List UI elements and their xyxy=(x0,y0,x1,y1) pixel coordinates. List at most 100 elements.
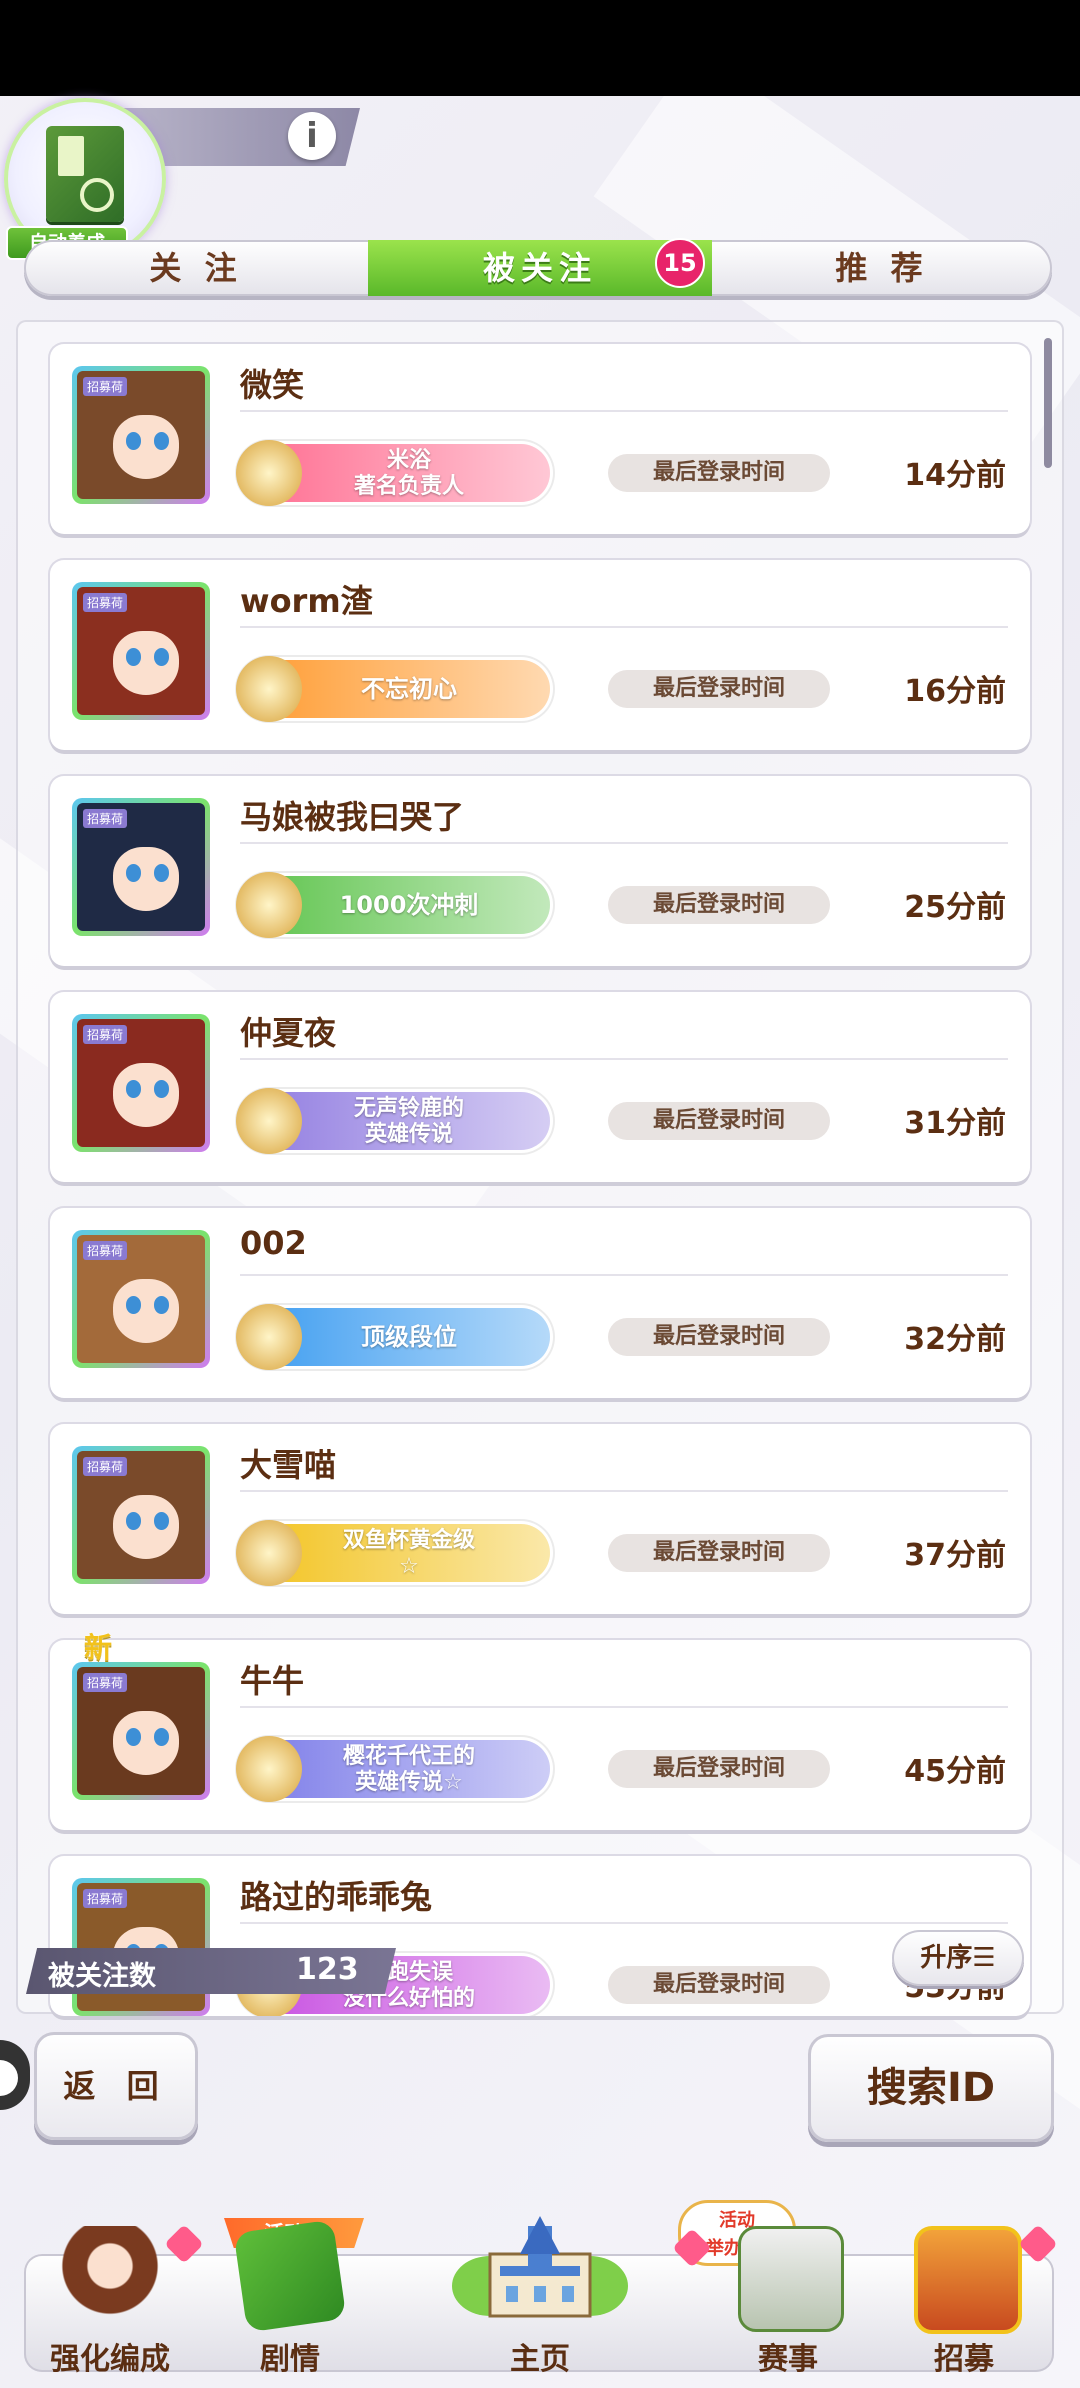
avatar[interactable]: 招募荷 xyxy=(72,1878,210,2016)
last-login-label: 最后登录时间 xyxy=(608,670,830,708)
nav-recruit-label: 招募 xyxy=(934,2342,994,2377)
last-login-time: 16分前 xyxy=(904,674,1006,709)
avatar-tag: 招募荷 xyxy=(83,809,128,828)
follower-count-label: 被关注数 xyxy=(48,1961,156,1992)
avatar[interactable]: 招募荷 xyxy=(72,366,210,504)
last-login-label: 最后登录时间 xyxy=(608,1966,830,2004)
follower-card[interactable]: 招募荷 仲夏夜无声铃鹿的 英雄传说 最后登录时间 31分前 xyxy=(50,992,1030,1182)
title-badge: 樱花千代王的 英雄传说☆ xyxy=(236,1736,550,1802)
avatar[interactable]: 招募荷 xyxy=(72,582,210,720)
avatar[interactable]: 招募荷 xyxy=(72,1446,210,1584)
title-badge-icon xyxy=(236,656,302,722)
divider xyxy=(240,1706,1008,1708)
follower-card[interactable]: 招募荷 马娘被我曰哭了 1000次冲刺 最后登录时间 25分前 xyxy=(50,776,1030,966)
home-building-icon xyxy=(452,2216,628,2318)
nav-enhance[interactable]: 强化编成 xyxy=(20,2206,204,2377)
heart-icon xyxy=(1018,2224,1058,2264)
avatar[interactable]: 招募荷 xyxy=(72,1014,210,1152)
nav-story-label: 剧情 xyxy=(260,2342,320,2377)
avatar[interactable]: 招募荷 xyxy=(72,1230,210,1368)
avatar[interactable]: 招募荷 xyxy=(72,1662,210,1800)
divider xyxy=(240,842,1008,844)
follower-card[interactable]: 招募荷 牛牛樱花千代王的 英雄传说☆ 最后登录时间 45分前 xyxy=(50,1640,1030,1830)
back-button[interactable]: 返 回 xyxy=(34,2032,198,2140)
title-badge-text: 不忘初心 xyxy=(361,675,457,703)
nav-races-label: 赛事 xyxy=(758,2342,818,2377)
username: 大雪喵 xyxy=(240,1446,337,1484)
avatar-tag: 招募荷 xyxy=(83,1889,128,1908)
tab-bar: 关 注 被关注 推 荐 xyxy=(24,240,1052,296)
follower-card[interactable]: 招募荷 大雪喵双鱼杯黄金级 ☆ 最后登录时间 37分前 xyxy=(50,1424,1030,1614)
follower-card[interactable]: 招募荷 worm渣不忘初心 最后登录时间 16分前 xyxy=(50,560,1030,750)
last-login-label: 最后登录时间 xyxy=(608,1102,830,1140)
follower-card[interactable]: 招募荷 002 顶级段位 最后登录时间 32分前 xyxy=(50,1208,1030,1398)
follower-card[interactable]: 招募荷 微笑 米浴 著名负责人 最后登录时间 14分前 xyxy=(50,344,1030,534)
last-login-time: 32分前 xyxy=(904,1322,1006,1357)
follower-count-value: 123 xyxy=(296,1952,359,1987)
divider xyxy=(240,1922,1008,1924)
avatar-tag: 招募荷 xyxy=(83,593,128,612)
recruit-gate-icon xyxy=(914,2226,1022,2334)
nav-story[interactable]: 剧情 xyxy=(200,2206,380,2377)
title-badge-text: 米浴 著名负责人 xyxy=(353,448,464,499)
divider xyxy=(240,626,1008,628)
title-badge: 米浴 著名负责人 xyxy=(236,440,550,506)
sort-button[interactable]: 升序☰ xyxy=(892,1930,1024,1986)
title-badge-icon xyxy=(236,1304,302,1370)
title-badge: 1000次冲刺 xyxy=(236,872,550,938)
scrollbar[interactable] xyxy=(1044,338,1052,468)
book-icon xyxy=(46,126,124,222)
avatar-tag: 招募荷 xyxy=(83,1457,128,1476)
last-login-time: 31分前 xyxy=(904,1106,1006,1141)
info-icon[interactable]: i xyxy=(288,112,336,160)
last-login-time: 37分前 xyxy=(904,1538,1006,1573)
divider xyxy=(240,410,1008,412)
last-login-time: 45分前 xyxy=(904,1754,1006,1789)
character-icon xyxy=(60,2226,160,2326)
title-badge-text: 无声铃鹿的 英雄传说 xyxy=(353,1096,464,1147)
title-badge-text: 双鱼杯黄金级 ☆ xyxy=(342,1528,475,1579)
followers-count-badge: 15 xyxy=(655,238,705,288)
username: 牛牛 xyxy=(240,1662,305,1700)
last-login-label: 最后登录时间 xyxy=(608,1750,830,1788)
tab-following[interactable]: 关 注 xyxy=(24,240,368,296)
title-badge-icon xyxy=(236,872,302,938)
last-login-time: 14分前 xyxy=(904,458,1006,493)
last-login-label: 最后登录时间 xyxy=(608,886,830,924)
title-badge-icon xyxy=(236,440,302,506)
divider xyxy=(240,1490,1008,1492)
title-badge-text: 樱花千代王的 英雄传说☆ xyxy=(342,1744,475,1795)
username: 微笑 xyxy=(240,366,305,404)
avatar-tag: 招募荷 xyxy=(83,1673,128,1692)
search-id-button[interactable]: 搜索ID xyxy=(808,2034,1054,2142)
tab-recommended[interactable]: 推 荐 xyxy=(712,240,1052,296)
divider xyxy=(240,1274,1008,1276)
title-badge: 无声铃鹿的 英雄传说 xyxy=(236,1088,550,1154)
title-badge-icon xyxy=(236,1520,302,1586)
nav-home[interactable]: 主页 xyxy=(450,2206,630,2377)
username: 路过的乖乖兔 xyxy=(240,1878,433,1916)
title-badge-text: 1000次冲刺 xyxy=(339,891,479,919)
title-badge-text: 顶级段位 xyxy=(361,1323,457,1351)
heart-icon xyxy=(164,2224,204,2264)
last-login-label: 最后登录时间 xyxy=(608,1318,830,1356)
story-book-icon xyxy=(233,2219,347,2333)
status-bar xyxy=(0,0,1080,96)
nav-home-label: 主页 xyxy=(510,2342,570,2377)
nav-recruit[interactable]: 招募 xyxy=(874,2206,1058,2377)
title-badge-icon xyxy=(236,1088,302,1154)
nav-races[interactable]: 赛事 xyxy=(672,2206,878,2377)
avatar[interactable]: 招募荷 xyxy=(72,798,210,936)
username: 仲夏夜 xyxy=(240,1014,337,1052)
username: worm渣 xyxy=(240,582,373,620)
avatar-tag: 招募荷 xyxy=(83,1241,128,1260)
title-badge-icon xyxy=(236,1736,302,1802)
last-login-label: 最后登录时间 xyxy=(608,1534,830,1572)
username: 002 xyxy=(240,1224,307,1262)
username: 马娘被我曰哭了 xyxy=(240,798,465,836)
last-login-time: 25分前 xyxy=(904,890,1006,925)
race-icon xyxy=(738,2226,844,2332)
avatar-tag: 招募荷 xyxy=(83,377,128,396)
title-badge: 顶级段位 xyxy=(236,1304,550,1370)
avatar-tag: 招募荷 xyxy=(83,1025,128,1044)
